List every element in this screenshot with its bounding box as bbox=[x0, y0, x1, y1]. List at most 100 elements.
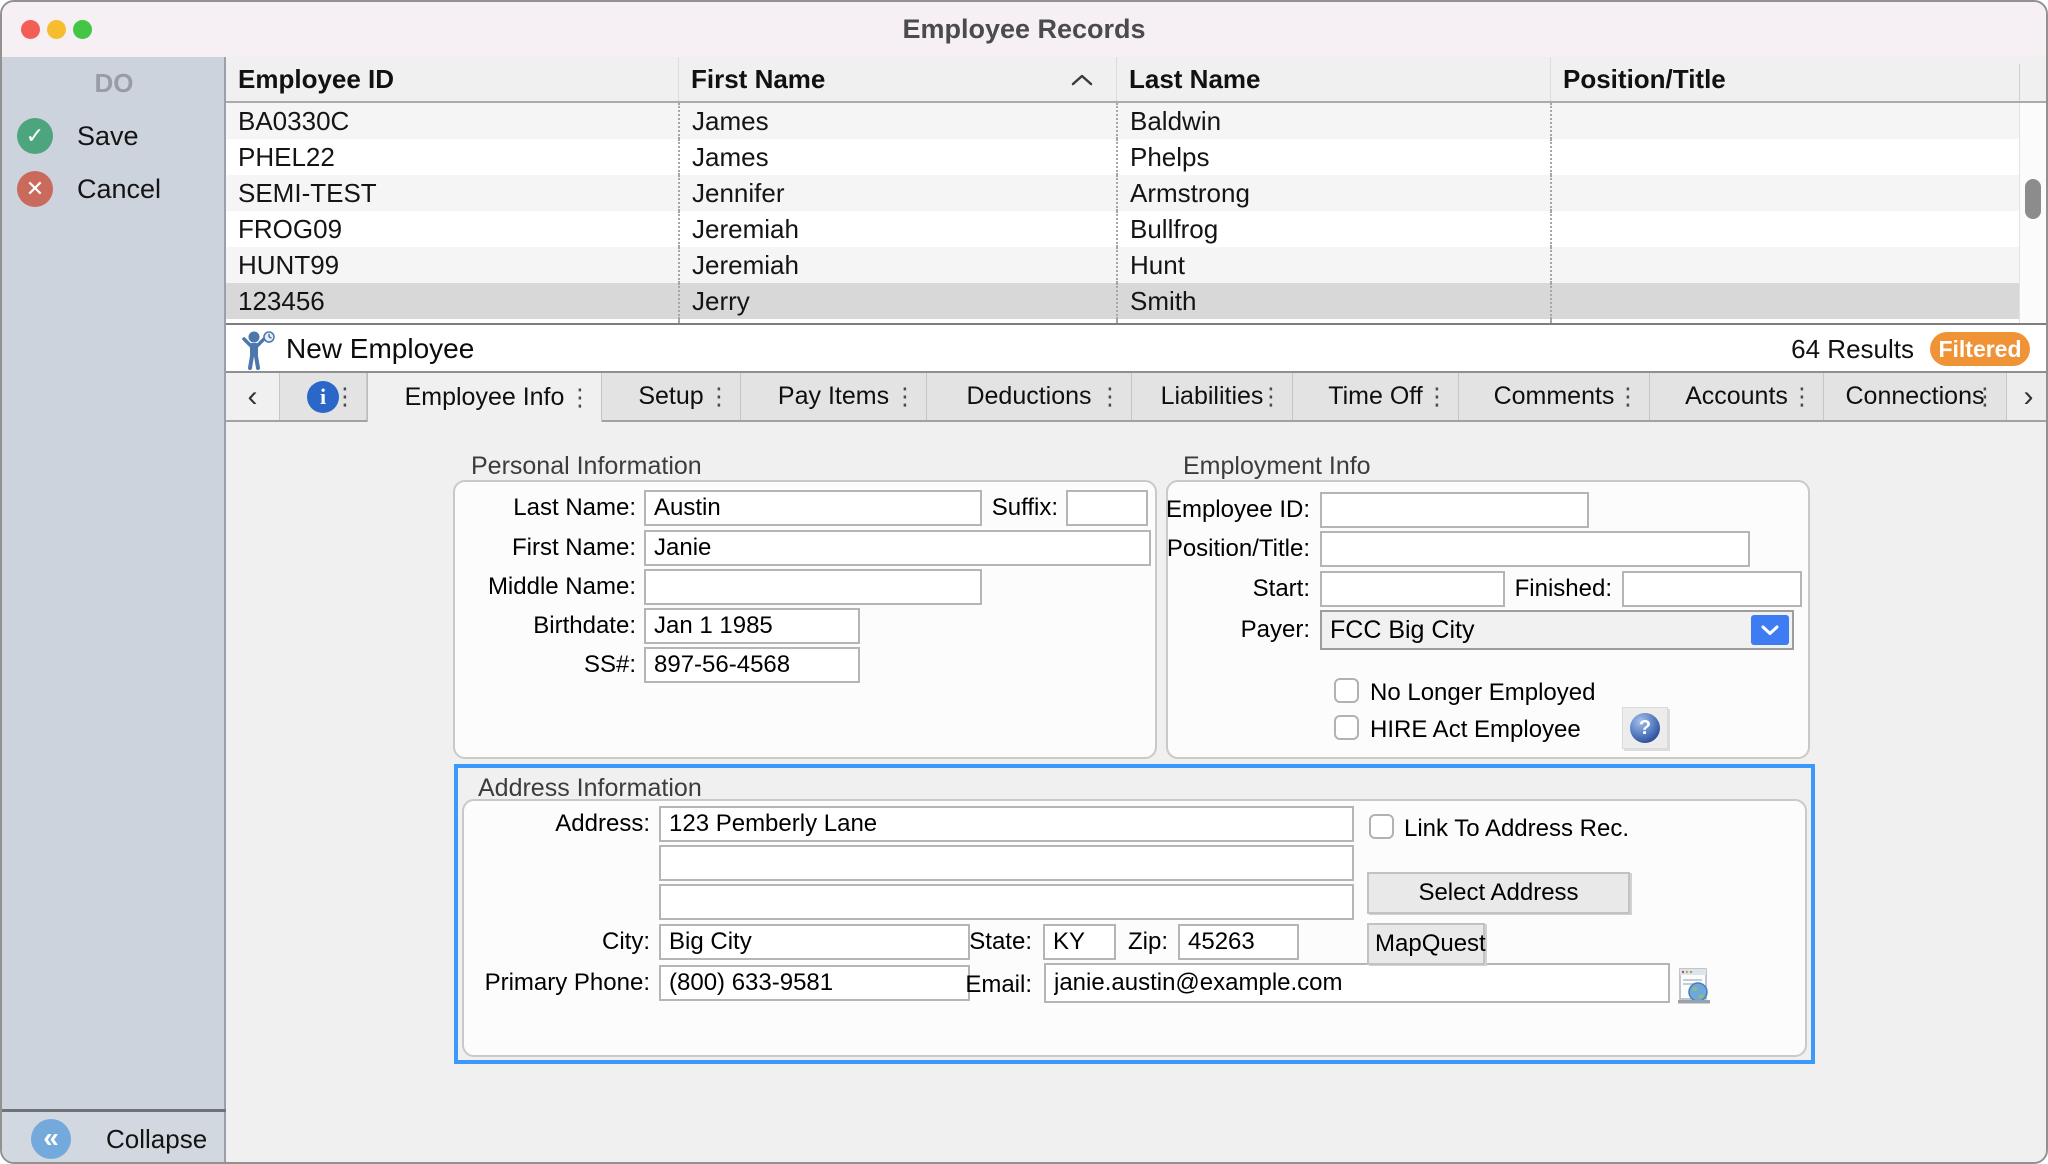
cell-employee-id: 123456 bbox=[226, 283, 678, 319]
payer-dropdown[interactable]: FCC Big City bbox=[1320, 610, 1794, 650]
hire-act-checkbox[interactable] bbox=[1334, 715, 1359, 740]
collapse-label: Collapse bbox=[106, 1112, 207, 1164]
table-row[interactable]: FROG09 Jeremiah Bullfrog bbox=[226, 211, 2019, 247]
record-bar: New Employee 64 Results Filtered bbox=[226, 325, 2048, 373]
employee-id-field[interactable] bbox=[1320, 492, 1589, 528]
cell-position bbox=[1550, 139, 2019, 175]
column-header-last-name[interactable]: Last Name bbox=[1116, 57, 1550, 101]
kebab-icon[interactable]: ⋮ bbox=[1425, 382, 1449, 411]
tab-liabilities[interactable]: Liabilities ⋮ bbox=[1132, 373, 1293, 420]
last-name-field[interactable] bbox=[644, 490, 982, 526]
address-line1-field[interactable] bbox=[659, 806, 1354, 842]
tab-time-off[interactable]: Time Off ⋮ bbox=[1293, 373, 1459, 420]
kebab-icon[interactable]: ⋮ bbox=[893, 382, 917, 411]
position-title-label: Position/Title: bbox=[1122, 531, 1310, 567]
cell-first-name: Jeremiah bbox=[678, 211, 1116, 247]
email-label: Email: bbox=[950, 967, 1032, 1003]
cancel-label: Cancel bbox=[77, 169, 161, 209]
column-header-employee-id[interactable]: Employee ID bbox=[226, 57, 678, 101]
select-address-button[interactable]: Select Address bbox=[1367, 872, 1630, 914]
state-label: State: bbox=[952, 924, 1032, 960]
email-client-icon[interactable] bbox=[1678, 968, 1710, 1004]
new-employee-icon bbox=[240, 330, 276, 370]
kebab-icon[interactable]: ⋮ bbox=[1098, 382, 1122, 411]
table-row-selected[interactable]: 123456 Jerry Smith bbox=[226, 283, 2019, 319]
tab-label: Comments bbox=[1494, 382, 1615, 411]
hire-act-help-button[interactable]: ? bbox=[1622, 707, 1668, 749]
start-field[interactable] bbox=[1320, 571, 1505, 607]
kebab-icon[interactable]: ⋮ bbox=[1790, 382, 1814, 411]
finished-field[interactable] bbox=[1622, 571, 1802, 607]
tab-record-info[interactable]: i ⋮ bbox=[280, 373, 367, 420]
address-label: Address: bbox=[432, 806, 650, 842]
ss-number-field[interactable] bbox=[644, 647, 860, 683]
tab-accounts[interactable]: Accounts ⋮ bbox=[1650, 373, 1824, 420]
employee-id-label: Employee ID: bbox=[1122, 492, 1310, 528]
kebab-icon[interactable]: ⋮ bbox=[1616, 382, 1640, 411]
address-line2-field[interactable] bbox=[659, 845, 1354, 881]
table-header: Employee ID First Name Last Name Positio… bbox=[226, 57, 2048, 103]
table-row[interactable]: PHEL22 James Phelps bbox=[226, 139, 2019, 175]
tabs-scroll-right-button[interactable]: › bbox=[2007, 373, 2048, 420]
tab-pay-items[interactable]: Pay Items ⋮ bbox=[741, 373, 927, 420]
address-line3-field[interactable] bbox=[659, 884, 1354, 920]
kebab-icon[interactable]: ⋮ bbox=[1259, 382, 1283, 411]
mapquest-button[interactable]: MapQuest bbox=[1367, 923, 1485, 965]
sort-ascending-icon bbox=[1070, 73, 1094, 86]
filtered-badge[interactable]: Filtered bbox=[1930, 332, 2030, 366]
kebab-icon[interactable]: ⋮ bbox=[707, 382, 731, 411]
cell-first-name: James bbox=[678, 103, 1116, 139]
no-longer-employed-checkbox[interactable] bbox=[1334, 678, 1359, 703]
middle-name-label: Middle Name: bbox=[432, 569, 636, 605]
kebab-icon[interactable]: ⋮ bbox=[568, 383, 592, 412]
city-field[interactable] bbox=[659, 924, 970, 960]
cell-first-name: Jennifer bbox=[678, 175, 1116, 211]
link-to-address-checkbox[interactable] bbox=[1369, 814, 1394, 839]
cancel-button[interactable]: ✕ Cancel bbox=[2, 169, 224, 209]
tabs-scroll-left-button[interactable]: ‹ bbox=[226, 373, 280, 420]
table-row[interactable]: SEMI-TEST Jennifer Armstrong bbox=[226, 175, 2019, 211]
cell-position bbox=[1550, 175, 2019, 211]
first-name-field[interactable] bbox=[644, 530, 1151, 566]
position-title-field[interactable] bbox=[1320, 531, 1750, 567]
tab-deductions[interactable]: Deductions ⋮ bbox=[927, 373, 1132, 420]
cell-position bbox=[1550, 103, 2019, 139]
cell-last-name: Phelps bbox=[1116, 139, 1550, 175]
state-field[interactable] bbox=[1043, 924, 1116, 960]
table-row[interactable]: BA0330C James Baldwin bbox=[226, 103, 2019, 139]
ss-number-label: SS#: bbox=[432, 647, 636, 683]
tab-label: Setup bbox=[638, 382, 703, 411]
table-row[interactable]: HUNT99 Jeremiah Hunt bbox=[226, 247, 2019, 283]
collapse-button[interactable]: « Collapse bbox=[2, 1112, 224, 1164]
vertical-scrollbar-thumb[interactable] bbox=[2025, 179, 2041, 219]
chevron-down-icon[interactable] bbox=[1751, 615, 1789, 645]
cancel-x-icon: ✕ bbox=[17, 171, 53, 207]
column-header-first-name[interactable]: First Name bbox=[678, 57, 1116, 101]
middle-name-field[interactable] bbox=[644, 569, 982, 605]
kebab-icon[interactable]: ⋮ bbox=[333, 382, 357, 411]
employee-table: BA0330C James Baldwin PHEL22 James Phelp… bbox=[226, 103, 2019, 323]
city-label: City: bbox=[432, 924, 650, 960]
zip-field[interactable] bbox=[1178, 924, 1299, 960]
save-check-icon: ✓ bbox=[17, 118, 53, 154]
tab-setup[interactable]: Setup ⋮ bbox=[602, 373, 741, 420]
tab-connections[interactable]: Connections ⋮ bbox=[1824, 373, 2007, 420]
tab-comments[interactable]: Comments ⋮ bbox=[1459, 373, 1650, 420]
hire-act-label: HIRE Act Employee bbox=[1370, 717, 1581, 742]
email-field[interactable] bbox=[1044, 963, 1670, 1003]
tab-bar: ‹ i ⋮ Employee Info ⋮ Setup ⋮ Pay Items … bbox=[226, 371, 2048, 422]
birthdate-field[interactable] bbox=[644, 608, 860, 644]
window-title: Employee Records bbox=[2, 2, 2046, 57]
tab-employee-info[interactable]: Employee Info ⋮ bbox=[367, 373, 602, 422]
primary-phone-field[interactable] bbox=[659, 965, 970, 1001]
save-button[interactable]: ✓ Save bbox=[2, 116, 224, 156]
kebab-icon[interactable]: ⋮ bbox=[1973, 382, 1997, 411]
cell-last-name: Armstrong bbox=[1116, 175, 1550, 211]
column-header-position-title[interactable]: Position/Title bbox=[1550, 57, 2048, 101]
sidebar-header: DO bbox=[2, 68, 226, 99]
cell-employee-id: BA0330C bbox=[226, 103, 678, 139]
suffix-label: Suffix: bbox=[962, 490, 1058, 526]
cell-first-name: Jerry bbox=[678, 283, 1116, 319]
save-label: Save bbox=[77, 116, 139, 156]
start-label: Start: bbox=[1122, 571, 1310, 607]
